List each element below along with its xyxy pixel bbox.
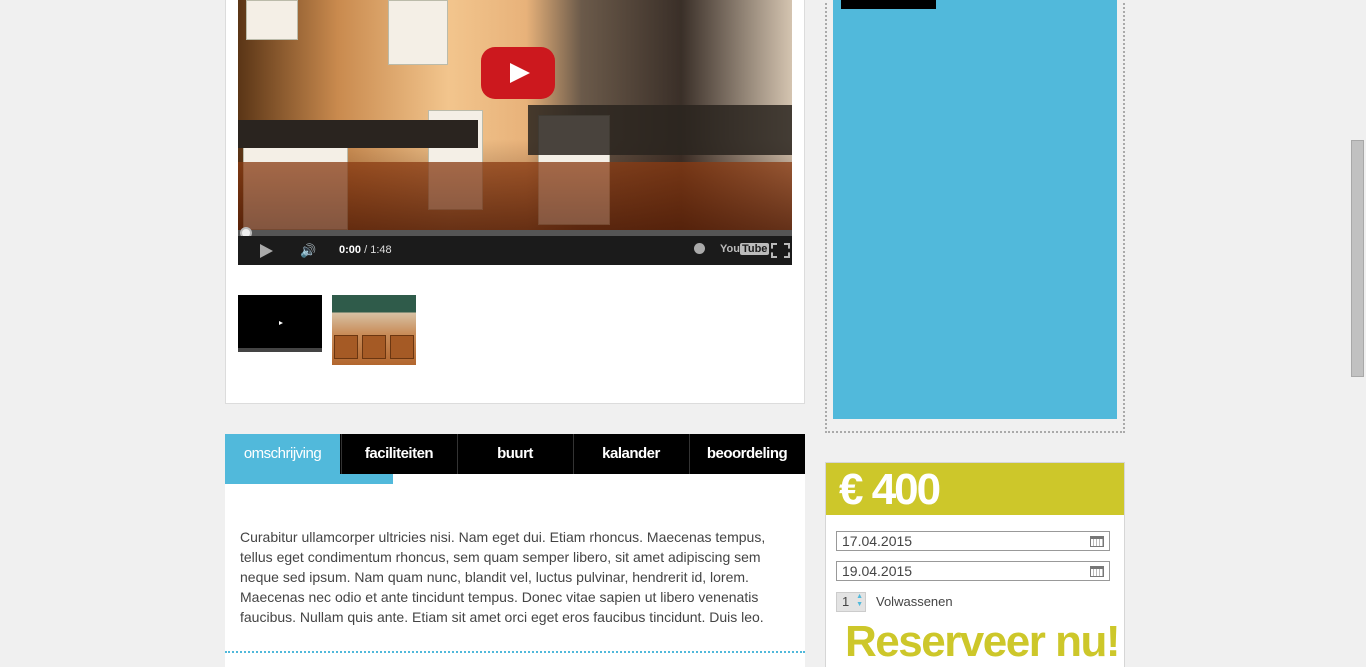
scrollbar-thumb[interactable]	[1351, 140, 1364, 377]
video-controls: 🔊 0:00 / 1:48 You Tube	[238, 236, 792, 265]
section-divider	[225, 651, 805, 653]
youtube-logo[interactable]: You Tube	[720, 243, 770, 255]
fullscreen-icon[interactable]	[771, 243, 790, 258]
youtube-logo-you: You	[720, 243, 740, 255]
calendar-icon[interactable]	[1090, 536, 1104, 547]
tab-buurt[interactable]: buurt	[457, 434, 572, 474]
play-icon[interactable]	[260, 244, 273, 258]
checkout-date-field[interactable]: 19.04.2015	[836, 561, 1110, 581]
video-time: 0:00 / 1:48	[339, 244, 392, 256]
checkin-date-field[interactable]: 17.04.2015	[836, 531, 1110, 551]
tab-beoordeling[interactable]: beoordeling	[689, 434, 804, 474]
reserve-now-button[interactable]: Reserveer nu!	[845, 617, 1120, 667]
play-video-icon[interactable]	[481, 47, 555, 99]
gallery-thumbnail-kitchen-photo[interactable]	[332, 295, 416, 365]
checkin-date-value: 17.04.2015	[842, 533, 913, 549]
watch-later-icon[interactable]	[694, 243, 705, 254]
stepper-arrows-icon[interactable]: ▲ ▼	[856, 593, 863, 609]
ad-bar	[841, 0, 936, 9]
checkout-date-value: 19.04.2015	[842, 563, 913, 579]
guests-count: 1	[842, 594, 850, 609]
youtube-logo-tube: Tube	[739, 243, 770, 255]
gallery-thumbnail-video[interactable]	[238, 295, 322, 352]
volume-icon[interactable]: 🔊	[300, 243, 316, 259]
guests-stepper[interactable]: 1 ▲ ▼	[836, 592, 866, 612]
time-current: 0:00	[339, 244, 362, 256]
youtube-video-player[interactable]: 🔊 0:00 / 1:48 You Tube	[238, 0, 792, 265]
active-tab-indicator	[225, 474, 393, 484]
tab-faciliteiten[interactable]: faciliteiten	[341, 434, 456, 474]
price-label: € 400	[826, 463, 1124, 515]
calendar-icon[interactable]	[1090, 566, 1104, 577]
property-description: Curabitur ullamcorper ultricies nisi. Na…	[240, 529, 766, 625]
video-frame-kitchen	[238, 0, 792, 232]
time-total: 1:48	[370, 244, 392, 256]
ad-banner[interactable]	[833, 0, 1117, 419]
time-separator: /	[361, 244, 371, 256]
property-tabs: omschrijving faciliteiten buurt kalander…	[225, 434, 805, 484]
guests-label: Volwassenen	[876, 594, 953, 609]
tab-kalander[interactable]: kalander	[573, 434, 688, 474]
